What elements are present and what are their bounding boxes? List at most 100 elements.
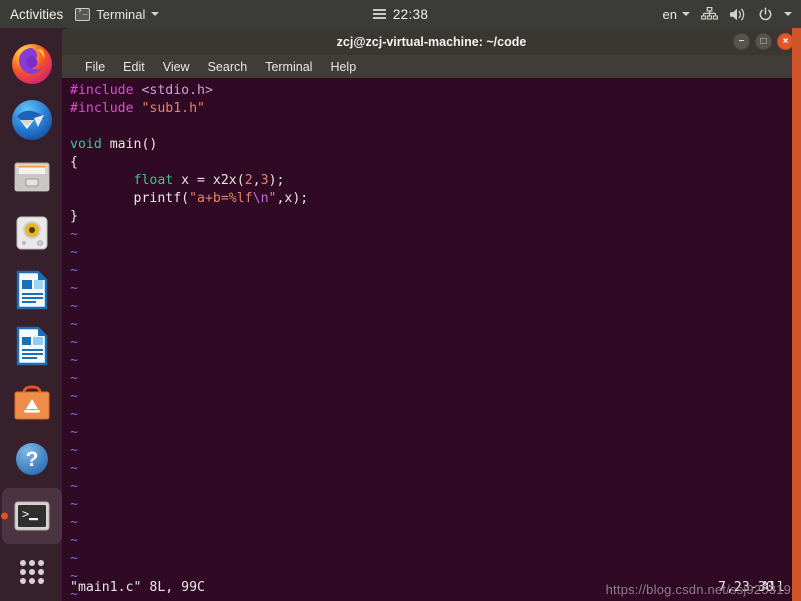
vim-empty-line-marker: ~ (70, 425, 78, 440)
vim-empty-line-marker: ~ (70, 227, 78, 242)
activities-button[interactable]: Activities (0, 7, 75, 22)
dock: ? > (0, 28, 64, 601)
libreoffice-impress-icon (16, 270, 48, 309)
code-token: float (133, 173, 174, 188)
code-token: \n (252, 191, 269, 206)
dock-item-help[interactable]: ? (2, 432, 62, 488)
files-icon (14, 162, 50, 192)
dock-item-firefox[interactable] (2, 36, 62, 92)
code-line: { (70, 154, 795, 172)
minimize-button[interactable]: − (733, 33, 750, 50)
menu-help[interactable]: Help (321, 59, 365, 75)
code-token: ); (268, 173, 285, 188)
code-token: #include (70, 101, 142, 116)
code-line: float x = x2x(2,3); (70, 172, 795, 190)
code-token: 3 (260, 173, 269, 188)
code-token: <stdio.h> (141, 83, 213, 98)
dock-item-libreoffice-impress[interactable] (2, 262, 62, 318)
vim-empty-line-marker: ~ (70, 389, 78, 404)
code-token: void (70, 137, 110, 152)
firefox-icon (12, 43, 52, 84)
vim-empty-line-marker: ~ (70, 515, 78, 530)
maximize-button[interactable]: □ (755, 33, 772, 50)
vim-empty-line-marker: ~ (70, 371, 78, 386)
chevron-down-icon[interactable] (784, 12, 792, 16)
dock-item-rhythmbox[interactable] (2, 206, 62, 262)
top-bar: Activities Terminal 22:38 en (0, 0, 801, 28)
help-icon: ? (16, 443, 48, 476)
window-title: zcj@zcj-virtual-machine: ~/code (336, 34, 527, 49)
vim-empty-line-marker: ~ (70, 353, 78, 368)
code-token: "a+b=%lf (189, 191, 253, 206)
clock-label: 22:38 (392, 6, 429, 22)
window-titlebar[interactable]: zcj@zcj-virtual-machine: ~/code − □ × (62, 28, 801, 55)
menu-search[interactable]: Search (199, 59, 257, 75)
code-token: { (70, 155, 78, 170)
terminal-content[interactable]: #include <stdio.h> #include "sub1.h" void… (62, 78, 801, 601)
vim-empty-line-marker: ~ (70, 245, 78, 260)
dock-item-thunderbird[interactable] (2, 93, 62, 149)
code-token: ,x); (276, 191, 309, 206)
dock-item-files[interactable] (2, 149, 62, 205)
code-line: printf("a+b=%lf\n",x); (70, 190, 795, 208)
menu-edit[interactable]: Edit (114, 59, 154, 75)
terminal-window: zcj@zcj-virtual-machine: ~/code − □ × Fi… (62, 28, 801, 601)
vim-empty-line-marker: ~ (70, 497, 78, 512)
calendar-menu-icon (372, 9, 386, 19)
vim-empty-line-marker: ~ (70, 317, 78, 332)
vim-empty-line-marker: ~ (70, 551, 78, 566)
dock-item-show-applications[interactable] (2, 545, 62, 601)
vim-empty-line-marker: ~ (70, 263, 78, 278)
dock-item-terminal[interactable]: > (2, 488, 62, 544)
watermark-text: https://blog.csdn.net/ssj925319 (605, 582, 791, 597)
code-token: , (252, 173, 261, 188)
vim-empty-line-marker: ~ (70, 533, 78, 548)
chevron-down-icon (151, 12, 160, 16)
dock-item-ubuntu-software[interactable] (2, 375, 62, 431)
libreoffice-writer-icon (16, 327, 48, 366)
power-icon[interactable] (758, 6, 773, 22)
app-menu-terminal[interactable]: Terminal (75, 6, 160, 22)
code-token: printf( (70, 191, 190, 206)
network-wired-icon[interactable] (701, 6, 718, 22)
code-token: } (70, 209, 78, 224)
menu-terminal[interactable]: Terminal (256, 59, 321, 75)
system-tray: en (663, 6, 801, 22)
dock-item-libreoffice-writer[interactable] (2, 319, 62, 375)
code-token: x = x2x( (173, 173, 245, 188)
menu-file[interactable]: File (76, 59, 114, 75)
svg-text:>: > (22, 507, 29, 521)
vim-empty-line-marker: ~ (70, 299, 78, 314)
vim-empty-line-marker: ~ (70, 461, 78, 476)
code-line: void main() (70, 136, 795, 154)
vim-empty-line-marker: ~ (70, 407, 78, 422)
keyboard-layout-indicator[interactable]: en (663, 7, 690, 22)
code-token: main() (109, 137, 158, 152)
window-controls: − □ × (733, 28, 794, 55)
code-token: #include (70, 83, 142, 98)
vim-empty-line-marker: ~ (70, 281, 78, 296)
vim-empty-line-marker: ~ (70, 479, 78, 494)
language-label: en (662, 6, 677, 22)
desktop: Activities Terminal 22:38 en (0, 0, 801, 601)
thunderbird-icon (12, 100, 52, 141)
terminal-icon: > (14, 501, 50, 531)
code-line: } (70, 208, 795, 226)
vim-empty-line-marker: ~ (70, 335, 78, 350)
code-line: #include "sub1.h" (70, 100, 795, 118)
code-token: 2 (244, 173, 253, 188)
terminal-icon (75, 6, 91, 21)
code-line: #include <stdio.h> (70, 82, 795, 100)
volume-icon[interactable] (729, 7, 747, 22)
code-token: "sub1.h" (141, 101, 205, 116)
vim-buffer[interactable]: #include <stdio.h> #include "sub1.h" void… (70, 82, 795, 601)
show-applications-icon (20, 560, 44, 585)
menu-view[interactable]: View (154, 59, 199, 75)
menu-bar: File Edit View Search Terminal Help (62, 55, 801, 78)
ubuntu-software-icon (14, 385, 50, 420)
desktop-right-edge (792, 28, 801, 601)
app-menu-label: Terminal (96, 6, 146, 22)
vim-empty-line-marker: ~ (70, 443, 78, 458)
chevron-down-icon (682, 12, 690, 16)
